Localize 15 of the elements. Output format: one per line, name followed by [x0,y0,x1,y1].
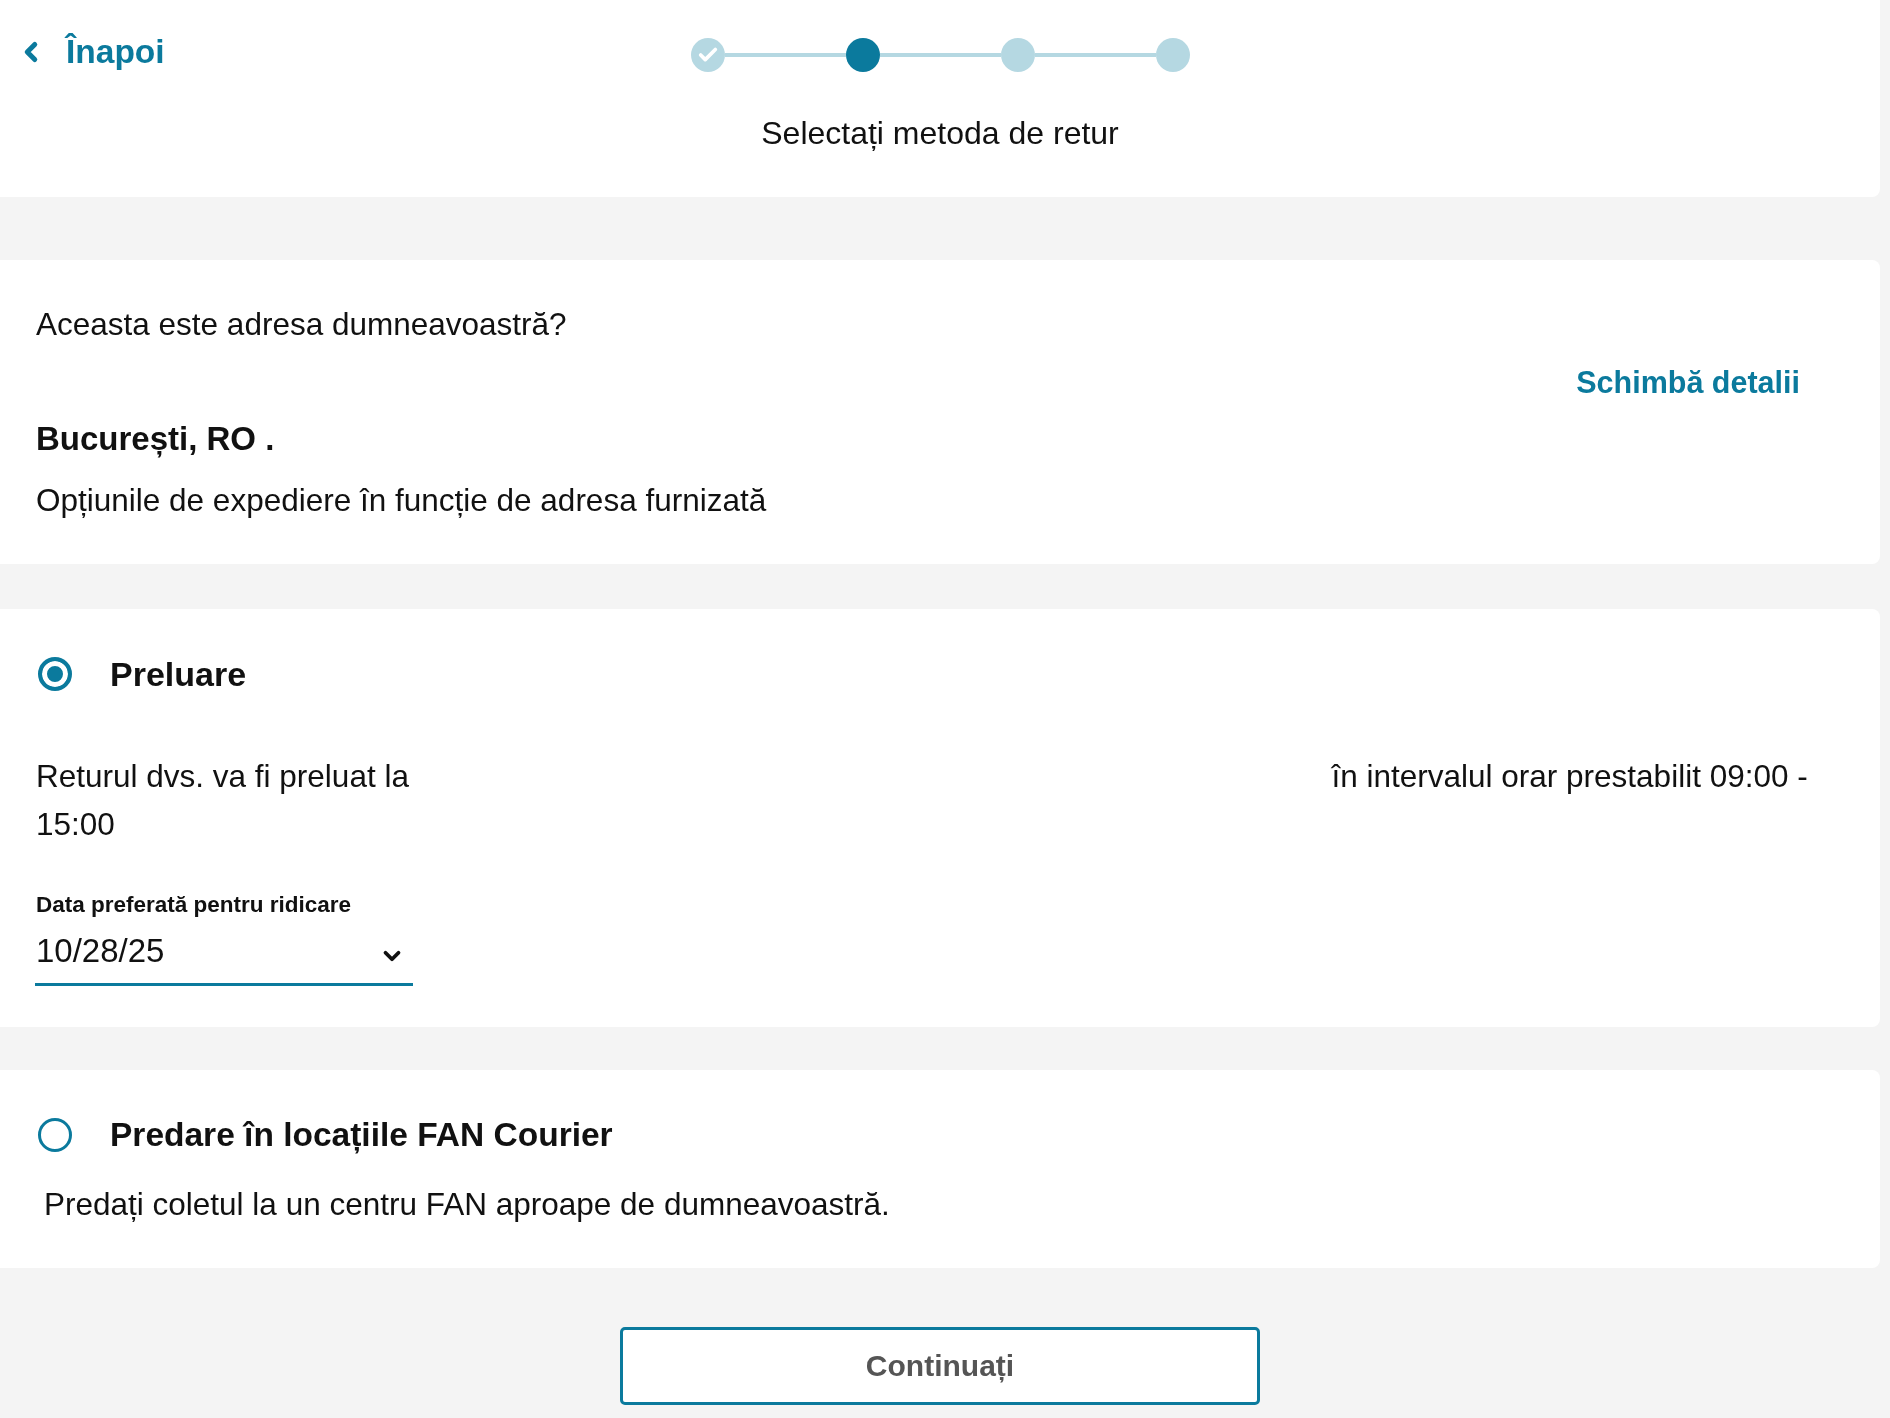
back-link[interactable]: Înapoi [16,32,165,72]
date-select[interactable]: 10/28/25 [35,931,413,986]
field-label: Data preferată pentru ridicare [36,891,352,919]
address-question: Aceasta este adresa dumneavoastră? [36,305,567,343]
option-title: Preluare [110,654,247,694]
address-city: București, RO . [36,420,275,458]
option-title: Predare în locațiile FAN Courier [110,1115,613,1155]
radio-button[interactable] [38,657,72,691]
shipping-note: Opțiunile de expediere în funcție de adresa furnizată [36,481,767,519]
change-details-link[interactable]: Schimbă detalii [1576,362,1800,401]
dropoff-description: Predați coletul la un centru FAN aproape de dumneavoastră. [44,1185,890,1223]
step-title: Selectați metoda de retur [761,114,1119,152]
pickup-description: Returul dvs. va fi preluat la în intervalul orar prestabilit 09:00 - 15:00 [36,757,1809,844]
continue-button[interactable]: Continuați [620,1327,1260,1405]
radio-button[interactable] [38,1118,72,1152]
